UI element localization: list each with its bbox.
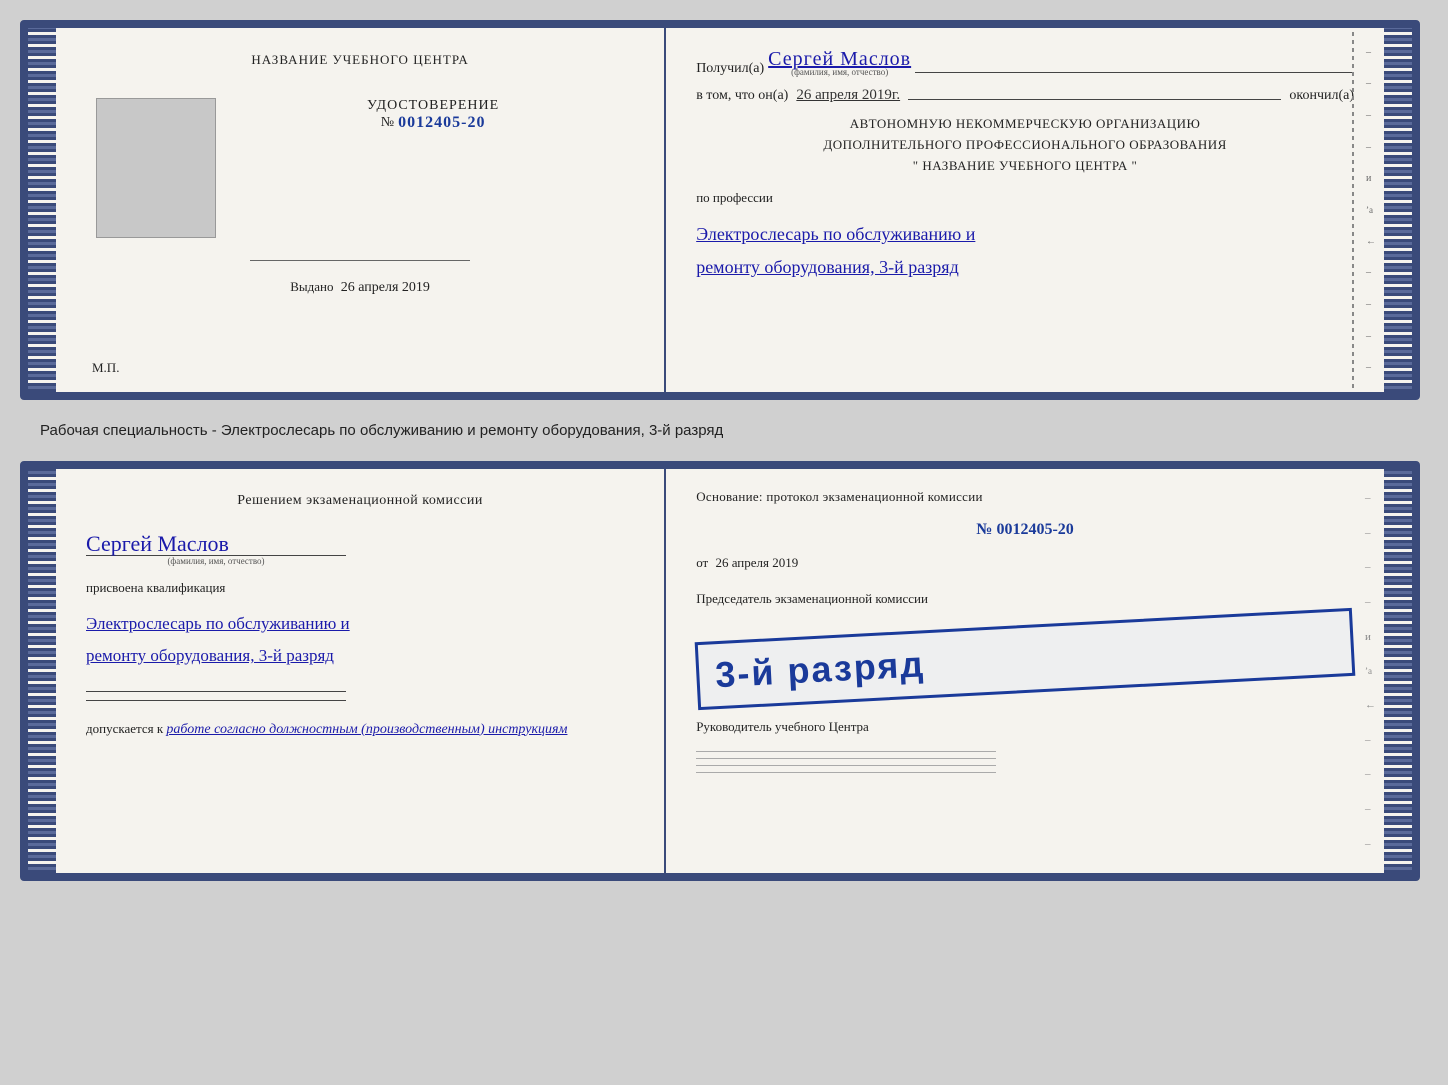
sig-line-2 [86, 700, 346, 701]
right-decoration-2 [1384, 469, 1412, 873]
protocol-date: от 26 апреля 2019 [696, 555, 1354, 571]
received-label: Получил(а) [696, 61, 764, 77]
stamp-box: 3-й разряд [695, 608, 1355, 710]
stamp-text: 3-й разряд [715, 622, 1336, 696]
dopuskaetsya-label: допускается к [86, 721, 163, 736]
udostoverenie-title: УДОСТОВЕРЕНИЕ [367, 98, 499, 114]
kvali-line-2: ремонту оборудования, 3-й разряд [86, 640, 634, 672]
fio-subtitle: (фамилия, имя, отчество) [791, 67, 888, 77]
doc2-right-panel: – – – – и ʼа ← – – – – Основание: проток… [666, 469, 1384, 873]
right-bottom-lines [696, 751, 1354, 773]
rb-line-1 [696, 751, 996, 752]
kvali-line-1: Электрослесарь по обслуживанию и [86, 608, 634, 640]
doc1-right-panel: – – – – и ʼа ← – – – – Получил(а) Сергей… [666, 28, 1384, 392]
rb-line-3 [696, 765, 996, 766]
vtom-row: в том, что он(а) 26 апреля 2019г. окончи… [696, 87, 1354, 104]
received-row: Получил(а) Сергей Маслов (фамилия, имя, … [696, 48, 1354, 77]
person-name: Сергей Маслов [86, 531, 634, 557]
dash-line-1 [915, 72, 1354, 73]
specialty-label: Рабочая специальность - Электрослесарь п… [20, 418, 1428, 443]
photo-placeholder [96, 98, 216, 238]
dopuskaetsya-text: работе согласно должностным (производств… [166, 722, 567, 737]
osnovanie: Основание: протокол экзаменационной коми… [696, 489, 1354, 505]
vtom-label: в том, что он(а) [696, 88, 788, 104]
org-name-top: НАЗВАНИЕ УЧЕБНОГО ЦЕНТРА [251, 52, 468, 68]
rukovoditel: Руководитель учебного Центра [696, 719, 1354, 735]
right-decoration [1384, 28, 1412, 392]
doc2-right-deco: – – – – и ʼа ← – – – – [1365, 469, 1376, 873]
rb-line-4 [696, 772, 996, 773]
separator-line-1 [250, 260, 470, 261]
protocol-num: 0012405-20 [996, 521, 1073, 538]
resheniem-title: Решением экзаменационной комиссии [86, 493, 634, 509]
dopuskaetsya-block: допускается к работе согласно должностны… [86, 721, 634, 738]
mp-label: М.П. [92, 360, 119, 376]
udostoverenie-block: УДОСТОВЕРЕНИЕ № 0012405-20 [367, 98, 499, 132]
certificate-document-2: Решением экзаменационной комиссии Сергей… [20, 461, 1420, 881]
date-value: 26 апреля 2019 [715, 555, 798, 570]
left-decoration [28, 28, 56, 392]
number-prefix: № [381, 115, 394, 131]
org-line-2: ДОПОЛНИТЕЛЬНОГО ПРОФЕССИОНАЛЬНОГО ОБРАЗО… [696, 135, 1354, 156]
fio-sub-2: (фамилия, имя, отчество) [86, 556, 346, 566]
doc2-left-panel: Решением экзаменационной комиссии Сергей… [56, 469, 666, 873]
predsedatel: Председатель экзаменационной комиссии [696, 591, 1354, 607]
vydano-date: 26 апреля 2019 [341, 280, 430, 295]
sig-line-1 [86, 691, 346, 692]
certificate-document-1: НАЗВАНИЕ УЧЕБНОГО ЦЕНТРА УДОСТОВЕРЕНИЕ №… [20, 20, 1420, 400]
po-professii: по профессии [696, 190, 1354, 206]
vtom-date: 26 апреля 2019г. [796, 87, 900, 104]
left-decoration-2 [28, 469, 56, 873]
prisvoena: присвоена квалификация [86, 580, 634, 596]
protocol-number: № 0012405-20 [696, 521, 1354, 539]
profession-line-2: ремонту оборудования, 3-й разряд [696, 251, 1354, 283]
vydano-row: Выдано 26 апреля 2019 [290, 279, 430, 296]
right-decorations: – – – – и ʼа ← – – – – [1366, 28, 1376, 392]
dash-line-2 [908, 99, 1281, 100]
vydano-label: Выдано [290, 279, 333, 294]
doc1-number: 0012405-20 [398, 114, 485, 132]
okончил-label: окончил(а) [1289, 88, 1354, 104]
protocol-prefix: № [976, 521, 992, 538]
doc1-left-panel: НАЗВАНИЕ УЧЕБНОГО ЦЕНТРА УДОСТОВЕРЕНИЕ №… [56, 28, 666, 392]
profession-line-1: Электрослесарь по обслуживанию и [696, 218, 1354, 250]
ot-label: от [696, 555, 708, 570]
org-line-3: " НАЗВАНИЕ УЧЕБНОГО ЦЕНТРА " [696, 156, 1354, 177]
org-line-1: АВТОНОМНУЮ НЕКОММЕРЧЕСКУЮ ОРГАНИЗАЦИЮ [696, 114, 1354, 135]
rb-line-2 [696, 758, 996, 759]
org-block: АВТОНОМНУЮ НЕКОММЕРЧЕСКУЮ ОРГАНИЗАЦИЮ ДО… [696, 114, 1354, 176]
sig-lines [86, 691, 634, 701]
